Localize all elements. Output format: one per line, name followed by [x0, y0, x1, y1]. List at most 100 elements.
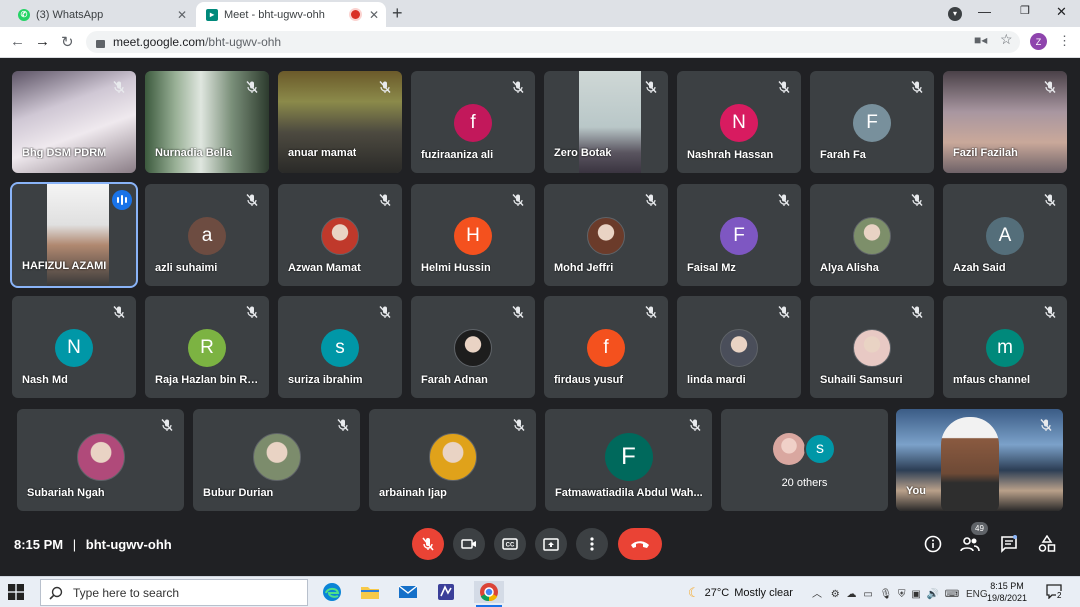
- participant-tile[interactable]: R Raja Hazlan bin Ra...: [145, 296, 269, 398]
- media-app-icon[interactable]: [434, 581, 458, 603]
- windows-start-icon[interactable]: [8, 584, 24, 600]
- tab-whatsapp[interactable]: ✆ (3) WhatsApp ✕: [8, 2, 194, 27]
- participant-name: Farah Adnan: [421, 374, 488, 386]
- participant-tile[interactable]: H Helmi Hussin: [411, 184, 535, 286]
- close-tab-icon[interactable]: ✕: [174, 8, 190, 22]
- activities-button[interactable]: [1036, 533, 1058, 555]
- minimize-button[interactable]: —: [978, 4, 991, 19]
- weather-widget[interactable]: ☾ 27°C Mostly clear: [688, 585, 793, 601]
- microphone-icon[interactable]: 🎙: [880, 589, 893, 600]
- input-language[interactable]: ENG: [966, 589, 988, 600]
- participant-profile-photo: [321, 217, 359, 255]
- participant-tile[interactable]: Mohd Jeffri: [544, 184, 668, 286]
- participant-tile[interactable]: Suhaili Samsuri: [810, 296, 934, 398]
- participant-tile[interactable]: Bhg DSM PDRM: [12, 71, 136, 173]
- participant-tile[interactable]: N Nash Md: [12, 296, 136, 398]
- participant-tile[interactable]: N Nashrah Hassan: [677, 71, 801, 173]
- participant-name: Nash Md: [22, 374, 68, 386]
- cloud-icon[interactable]: ☁: [847, 589, 857, 600]
- participant-name: Azah Said: [953, 262, 1006, 274]
- participant-tile[interactable]: anuar mamat: [278, 71, 402, 173]
- chat-icon: [1001, 535, 1017, 553]
- participant-tile[interactable]: Subariah Ngah: [17, 409, 184, 511]
- participant-tile[interactable]: s suriza ibrahim: [278, 296, 402, 398]
- new-tab-button[interactable]: +: [392, 3, 403, 24]
- participant-initial-avatar: H: [454, 217, 492, 255]
- participant-tile[interactable]: f fuziraaniza ali: [411, 71, 535, 173]
- participant-tile[interactable]: F Farah Fa: [810, 71, 934, 173]
- taskbar-search-box[interactable]: Type here to search: [40, 579, 308, 606]
- participant-tile[interactable]: linda mardi: [677, 296, 801, 398]
- tab-search-icon[interactable]: ▾: [948, 7, 962, 21]
- captions-button[interactable]: CC: [494, 528, 526, 560]
- volume-icon[interactable]: 🔊: [927, 589, 939, 600]
- info-icon: [924, 535, 942, 553]
- mic-muted-icon: [379, 81, 391, 93]
- mic-muted-icon: [911, 306, 923, 318]
- back-icon[interactable]: ←: [10, 33, 25, 50]
- bookmark-star-icon[interactable]: ☆: [1000, 31, 1013, 48]
- chat-button[interactable]: [998, 533, 1020, 555]
- chrome-app-icon[interactable]: [474, 581, 504, 607]
- profile-avatar[interactable]: Z: [1030, 33, 1047, 50]
- window-close-button[interactable]: ✕: [1056, 4, 1067, 20]
- more-options-button[interactable]: [576, 528, 608, 560]
- participant-tile[interactable]: s 20 others: [721, 409, 888, 511]
- edge-app-icon[interactable]: [320, 581, 344, 603]
- security-icon[interactable]: ⛨: [898, 589, 906, 600]
- participant-name: arbainah Ijap: [379, 487, 447, 499]
- participant-tile[interactable]: Alya Alisha: [810, 184, 934, 286]
- restore-button[interactable]: ❐: [1020, 4, 1030, 17]
- taskbar-clock[interactable]: 8:15 PM 19/8/2021: [987, 580, 1027, 604]
- participant-tile[interactable]: Zero Botak: [544, 71, 668, 173]
- participant-tile[interactable]: Fazil Fazilah: [943, 71, 1067, 173]
- browser-menu-icon[interactable]: ⋮: [1058, 33, 1071, 49]
- participant-tile[interactable]: A Azah Said: [943, 184, 1067, 286]
- file-explorer-icon[interactable]: [358, 581, 382, 603]
- speaking-indicator-icon: [112, 190, 132, 210]
- participant-initial-avatar: F: [853, 104, 891, 142]
- participant-name: firdaus yusuf: [554, 374, 624, 386]
- address-bar[interactable]: meet.google.com/bht-ugwv-ohh: [86, 31, 1020, 53]
- notification-center-button[interactable]: 2: [1046, 584, 1063, 600]
- keyboard-icon[interactable]: ⌨: [945, 589, 959, 600]
- participant-tile[interactable]: f firdaus yusuf: [544, 296, 668, 398]
- participant-name: linda mardi: [687, 374, 746, 386]
- settings-icon[interactable]: ⚙: [831, 589, 840, 600]
- tab-meet[interactable]: ▸ Meet - bht-ugwv-ohh ✕: [196, 2, 386, 27]
- participant-tile[interactable]: F Fatmawatiadila Abdul Wah...: [545, 409, 712, 511]
- participant-tile[interactable]: Nurnadia Bella: [145, 71, 269, 173]
- search-icon: [49, 586, 63, 600]
- camera-toggle-button[interactable]: [453, 528, 485, 560]
- mic-muted-icon: [513, 419, 525, 431]
- google-meet-icon: ▸: [206, 8, 218, 21]
- participant-name: mfaus channel: [953, 374, 1031, 386]
- forward-icon[interactable]: →: [35, 33, 50, 50]
- participant-tile[interactable]: m mfaus channel: [943, 296, 1067, 398]
- present-screen-button[interactable]: [535, 528, 567, 560]
- mic-muted-icon: [778, 306, 790, 318]
- participant-name: Nashrah Hassan: [687, 149, 774, 161]
- close-tab-icon[interactable]: ✕: [366, 8, 382, 22]
- participant-tile[interactable]: F Faisal Mz: [677, 184, 801, 286]
- mail-app-icon[interactable]: [396, 581, 420, 603]
- onedrive-icon[interactable]: ▭: [863, 589, 872, 600]
- participant-tile[interactable]: arbainah Ijap: [369, 409, 536, 511]
- people-button[interactable]: [959, 533, 981, 555]
- microphone-toggle-button[interactable]: [412, 528, 444, 560]
- mic-muted-icon: [1044, 194, 1056, 206]
- participant-tile[interactable]: Bubur Durian: [193, 409, 360, 511]
- camera-in-use-icon[interactable]: ■◂: [974, 33, 987, 47]
- network-icon[interactable]: ▣: [911, 589, 920, 600]
- participant-tile[interactable]: You: [896, 409, 1063, 511]
- moon-icon: ☾: [688, 585, 700, 600]
- participant-tile[interactable]: Farah Adnan: [411, 296, 535, 398]
- chevron-up-icon[interactable]: ︿: [812, 589, 822, 600]
- reload-icon[interactable]: ↻: [61, 33, 74, 51]
- participant-name: azli suhaimi: [155, 262, 218, 274]
- participant-tile[interactable]: HAFIZUL AZAMI: [10, 182, 138, 288]
- meeting-details-button[interactable]: [922, 533, 944, 555]
- participant-tile[interactable]: Azwan Mamat: [278, 184, 402, 286]
- participant-tile[interactable]: a azli suhaimi: [145, 184, 269, 286]
- leave-call-button[interactable]: [618, 528, 662, 560]
